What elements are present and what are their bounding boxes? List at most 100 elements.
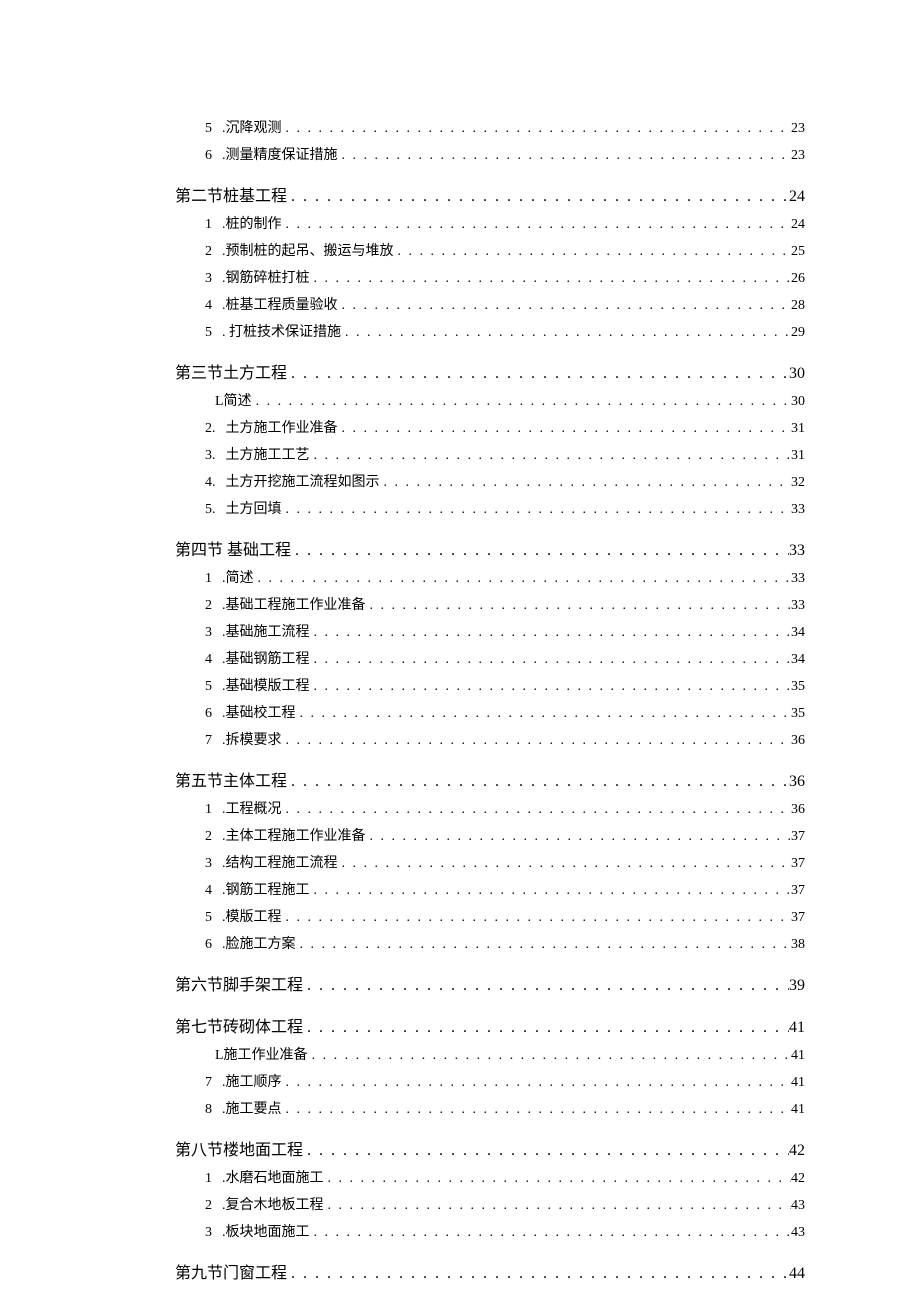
toc-leader-dots <box>254 571 792 587</box>
toc-entry-number: 1 <box>205 1171 222 1187</box>
toc-section-row: 第二节桩基工程 24 <box>115 182 805 206</box>
toc-entry-number: 5 <box>205 121 222 137</box>
toc-sub-row: 3.基础施工流程34 <box>115 621 805 641</box>
toc-sub-row: 6.测量精度保证措施 23 <box>115 144 805 164</box>
toc-sub-row: 7.施工顺序41 <box>115 1071 805 1091</box>
toc-sub-row: 4.基础钢筋工程34 <box>115 648 805 668</box>
toc-entry-number: 5 <box>205 325 222 341</box>
toc-entry-page: 33 <box>791 598 805 614</box>
toc-entry-page: 23 <box>791 148 805 164</box>
toc-entry-page: 43 <box>791 1225 805 1241</box>
toc-entry-page: 26 <box>791 271 805 287</box>
toc-entry-number: 5. <box>205 502 226 518</box>
toc-section-row: 第七节砖砌体工程41 <box>115 1013 805 1037</box>
toc-entry-number: 7 <box>205 733 222 749</box>
toc-leader-dots <box>303 977 789 995</box>
toc-entry-label: 土方开挖施工流程如图示 <box>226 471 380 491</box>
toc-entry-label: .沉降观测 <box>222 117 282 137</box>
toc-entry-page: 44 <box>789 1265 805 1283</box>
toc-entry-page: 34 <box>791 652 805 668</box>
toc-leader-dots <box>338 148 792 164</box>
toc-entry-page: 36 <box>791 802 805 818</box>
toc-entry-page: 32 <box>791 475 805 491</box>
toc-entry-label: 第三节土方工程 <box>175 359 287 383</box>
toc-sub-row: 2. 土方施工作业准备31 <box>115 417 805 437</box>
toc-entry-label: .基础钢筋工程 <box>222 648 310 668</box>
toc-entry-label: 土方回填 <box>226 498 282 518</box>
toc-entry-page: 33 <box>789 542 805 560</box>
toc-entry-label: .预制桩的起吊、搬运与堆放 <box>222 240 394 260</box>
toc-section-row: 第六节脚手架工程39 <box>115 971 805 995</box>
toc-sub-row: 1.桩的制作24 <box>115 213 805 233</box>
toc-entry-number: 2 <box>205 1198 222 1214</box>
toc-entry-number: 2. <box>205 421 226 437</box>
toc-sub-row: 4.桩基工程质量验收28 <box>115 294 805 314</box>
toc-leader-dots <box>341 325 791 341</box>
toc-entry-page: 37 <box>791 829 805 845</box>
toc-sub-row: L施工作业准备41 <box>115 1044 805 1064</box>
toc-entry-label: .脸施工方案 <box>222 933 296 953</box>
toc-entry-label: .基础校工程 <box>222 702 296 722</box>
toc-entry-page: 31 <box>791 448 805 464</box>
toc-entry-page: 29 <box>791 325 805 341</box>
toc-entry-number: 4 <box>205 298 222 314</box>
toc-entry-label: .测量精度保证措施 <box>222 144 338 164</box>
toc-entry-label: .模版工程 <box>222 906 282 926</box>
toc-entry-label: .板块地面施工 <box>222 1221 310 1241</box>
toc-leader-dots <box>380 475 792 491</box>
toc-entry-label: .拆模要求 <box>222 729 282 749</box>
toc-entry-number: 6 <box>205 148 222 164</box>
toc-entry-number: 1 <box>205 571 222 587</box>
toc-entry-number: 4 <box>205 883 222 899</box>
toc-entry-label: 第六节脚手架工程 <box>175 971 303 995</box>
toc-sub-row: 8.施工要点41 <box>115 1098 805 1118</box>
toc-entry-number: 7 <box>205 1075 222 1091</box>
toc-entry-number: 6 <box>205 937 222 953</box>
toc-leader-dots <box>324 1171 792 1187</box>
toc-leader-dots <box>310 271 792 287</box>
toc-entry-page: 41 <box>789 1019 805 1037</box>
toc-entry-page: 35 <box>791 706 805 722</box>
toc-sub-row: 3.钢筋碎桩打桩26 <box>115 267 805 287</box>
toc-entry-label: .简述 <box>222 567 254 587</box>
toc-leader-dots <box>310 1225 792 1241</box>
toc-entry-page: 36 <box>791 733 805 749</box>
toc-sub-row: 1.工程概况36 <box>115 798 805 818</box>
toc-sub-row: 1.水磨石地面施工42 <box>115 1167 805 1187</box>
toc-entry-page: 42 <box>789 1142 805 1160</box>
toc-leader-dots <box>366 829 792 845</box>
toc-entry-label: .钢筋工程施工 <box>222 879 310 899</box>
toc-entry-page: 42 <box>791 1171 805 1187</box>
toc-leader-dots <box>282 217 792 233</box>
toc-entry-label: .基础模版工程 <box>222 675 310 695</box>
toc-entry-page: 23 <box>791 121 805 137</box>
toc-entry-number: 6 <box>205 706 222 722</box>
toc-leader-dots <box>338 421 792 437</box>
toc-sub-row: 6.基础校工程 35 <box>115 702 805 722</box>
toc-sub-row: 2.主体工程施工作业准备37 <box>115 825 805 845</box>
toc-entry-label: 第九节门窗工程 <box>175 1259 287 1283</box>
toc-section-row: 第五节主体工程36 <box>115 767 805 791</box>
toc-entry-label: .钢筋碎桩打桩 <box>222 267 310 287</box>
toc-leader-dots <box>291 542 789 560</box>
toc-entry-label: .施工要点 <box>222 1098 282 1118</box>
toc-entry-page: 43 <box>791 1198 805 1214</box>
toc-entry-page: 41 <box>791 1048 805 1064</box>
toc-leader-dots <box>287 773 789 791</box>
toc-entry-page: 24 <box>789 188 805 206</box>
toc-entry-label: .桩基工程质量验收 <box>222 294 338 314</box>
toc-leader-dots <box>252 394 791 410</box>
toc-leader-dots <box>287 1265 789 1283</box>
toc-leader-dots <box>338 298 792 314</box>
toc-sub-row: 3. 土方施工工艺31 <box>115 444 805 464</box>
toc-entry-label: 第八节楼地面工程 <box>175 1136 303 1160</box>
toc-leader-dots <box>303 1019 789 1037</box>
toc-leader-dots <box>282 733 792 749</box>
toc-entry-number: 2 <box>205 598 222 614</box>
toc-sub-row: 2.预制桩的起吊、搬运与堆放 25 <box>115 240 805 260</box>
toc-entry-page: 25 <box>791 244 805 260</box>
toc-entry-label: 第二节桩基工程 <box>175 182 287 206</box>
toc-entry-page: 35 <box>791 679 805 695</box>
toc-entry-number: 8 <box>205 1102 222 1118</box>
toc-entry-number: 2 <box>205 244 222 260</box>
